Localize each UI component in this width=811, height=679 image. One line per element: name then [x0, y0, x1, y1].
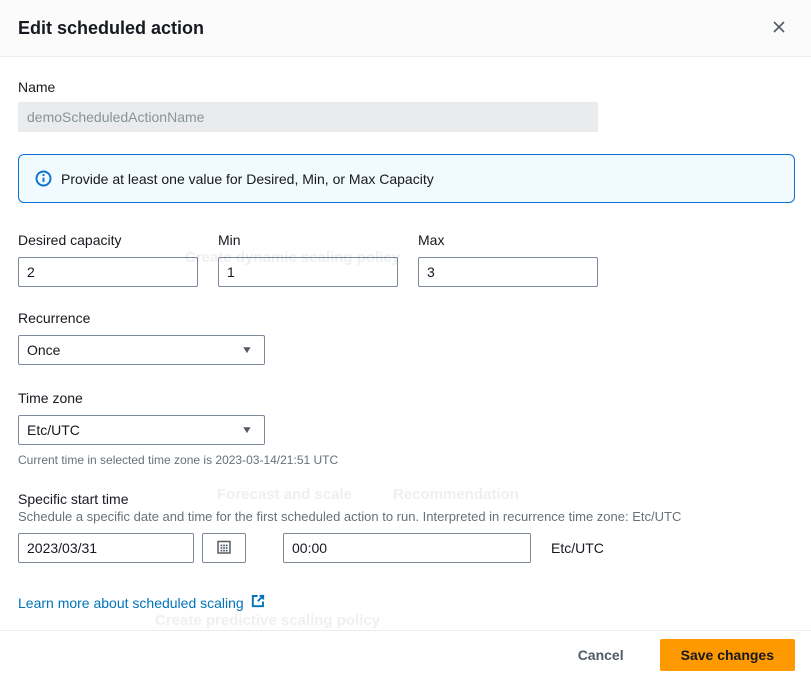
- recurrence-field: Recurrence Once ▼: [18, 309, 795, 365]
- learn-more-link-text: Learn more about scheduled scaling: [18, 594, 244, 612]
- desired-capacity-input[interactable]: [18, 257, 198, 287]
- edit-scheduled-action-dialog: Create dynamic scaling policy Forecast a…: [0, 0, 811, 679]
- dialog-title: Edit scheduled action: [18, 18, 204, 39]
- timezone-label: Time zone: [18, 389, 795, 407]
- start-time-field: Specific start time Schedule a specific …: [18, 490, 795, 563]
- recurrence-selected-value: Once: [27, 342, 60, 358]
- info-alert-text: Provide at least one value for Desired, …: [61, 171, 434, 187]
- max-capacity-label: Max: [418, 231, 598, 249]
- chevron-down-icon: ▼: [241, 425, 253, 436]
- name-label: Name: [18, 78, 795, 96]
- min-capacity-input[interactable]: [218, 257, 398, 287]
- min-capacity-field: Min: [218, 231, 398, 287]
- dialog-body: Name Provide at least one value for Desi…: [0, 57, 811, 613]
- start-time-description: Schedule a specific date and time for th…: [18, 509, 795, 525]
- external-link-icon: [250, 593, 266, 613]
- timezone-field: Time zone Etc/UTC ▼ Current time in sele…: [18, 389, 795, 468]
- name-field: Name: [18, 78, 795, 132]
- info-alert: Provide at least one value for Desired, …: [18, 154, 795, 203]
- min-capacity-label: Min: [218, 231, 398, 249]
- dialog-footer: Cancel Save changes: [0, 630, 811, 679]
- name-input: [18, 102, 598, 132]
- dialog-header: Edit scheduled action: [0, 0, 811, 57]
- learn-more-link[interactable]: Learn more about scheduled scaling: [18, 593, 266, 613]
- start-time-input[interactable]: [283, 533, 531, 563]
- info-icon: [35, 170, 52, 187]
- cancel-button[interactable]: Cancel: [570, 643, 632, 667]
- start-date-input[interactable]: [18, 533, 194, 563]
- ghost-text: Create predictive scaling policy: [155, 612, 380, 629]
- desired-capacity-label: Desired capacity: [18, 231, 198, 249]
- close-button[interactable]: [767, 15, 791, 42]
- timezone-suffix-label: Etc/UTC: [551, 540, 604, 556]
- timezone-helper-text: Current time in selected time zone is 20…: [18, 452, 795, 468]
- save-changes-button[interactable]: Save changes: [660, 639, 795, 671]
- calendar-icon: [216, 539, 232, 558]
- timezone-select[interactable]: Etc/UTC ▼: [18, 415, 265, 445]
- timezone-selected-value: Etc/UTC: [27, 422, 80, 438]
- recurrence-select[interactable]: Once ▼: [18, 335, 265, 365]
- capacity-row: Desired capacity Min Max: [18, 231, 795, 287]
- chevron-down-icon: ▼: [241, 345, 253, 356]
- start-time-label: Specific start time: [18, 490, 795, 508]
- datetime-row: Etc/UTC: [18, 533, 795, 563]
- close-icon: [771, 19, 787, 38]
- desired-capacity-field: Desired capacity: [18, 231, 198, 287]
- max-capacity-field: Max: [418, 231, 598, 287]
- recurrence-label: Recurrence: [18, 309, 795, 327]
- max-capacity-input[interactable]: [418, 257, 598, 287]
- calendar-picker-button[interactable]: [202, 533, 246, 563]
